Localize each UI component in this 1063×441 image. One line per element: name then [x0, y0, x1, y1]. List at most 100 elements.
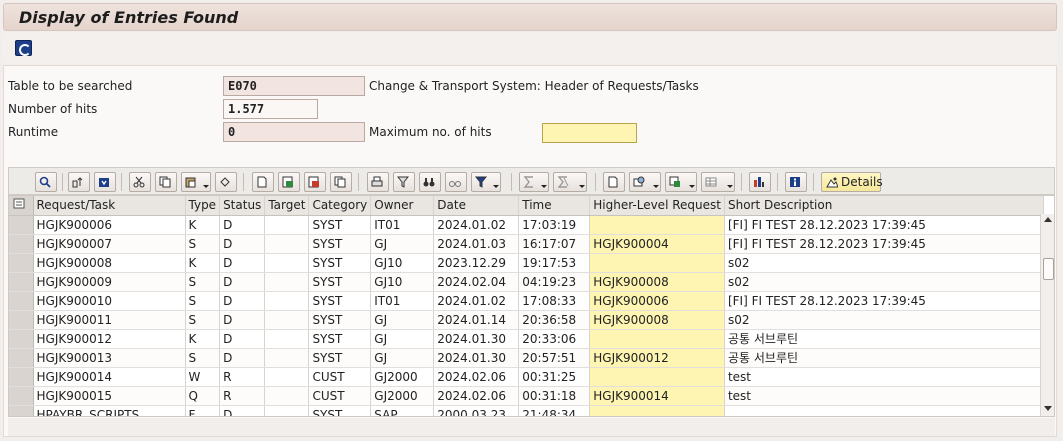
table-cell: HPAYBR_SCRIPTS [33, 405, 186, 416]
row-selector[interactable] [9, 405, 34, 416]
runtime-label: Runtime [8, 125, 59, 139]
table-row[interactable]: HGJK900006 K D SYST IT01 2024.01.02 17:03:19 [F… [9, 215, 1044, 235]
row-selector[interactable] [9, 386, 34, 406]
scroll-up-icon[interactable] [1044, 217, 1052, 222]
status-strip [8, 418, 1055, 436]
paste-icon[interactable] [181, 172, 211, 192]
column-header[interactable]: Target [264, 196, 310, 216]
select-all-icon[interactable] [9, 196, 34, 216]
copy-icon[interactable] [155, 172, 177, 192]
column-header[interactable]: Time [518, 196, 591, 216]
table-cell: HGJK900007 [33, 234, 186, 254]
views-icon[interactable] [629, 172, 661, 192]
table-cell: W [185, 367, 221, 387]
table-cell: HGJK900006 [33, 215, 186, 235]
table-row[interactable]: HGJK900008 K D SYST GJ10 2023.12.29 19:17:53 s0… [9, 253, 1044, 273]
row-selector[interactable] [9, 272, 34, 292]
table-cell: 2024.01.30 [433, 348, 520, 368]
table-cell: test [724, 386, 1044, 406]
table-row[interactable]: HGJK900009 S D SYST GJ10 2024.02.04 04:19:23 HG… [9, 272, 1044, 292]
table-cell [724, 405, 1044, 416]
details-button[interactable]: Details [821, 172, 883, 192]
table-cell [264, 310, 310, 330]
info-icon[interactable] [785, 172, 807, 192]
row-selector[interactable] [9, 367, 34, 387]
table-cell: 2024.01.02 [433, 215, 520, 235]
refresh-icon[interactable] [15, 40, 32, 56]
scroll-down-icon[interactable] [1044, 406, 1052, 411]
column-header[interactable]: Category [308, 196, 372, 216]
table-cell [264, 215, 310, 235]
table-row[interactable]: HGJK900007 S D SYST GJ 2024.01.03 16:17:07 HGJK… [9, 234, 1044, 254]
export-icon[interactable] [665, 172, 697, 192]
table-cell: 17:03:19 [518, 215, 591, 235]
table-cell: test [724, 367, 1044, 387]
insert-icon[interactable] [304, 172, 326, 192]
table-label: Table to be searched [8, 79, 133, 93]
table-cell: D [219, 272, 266, 292]
filter-icon[interactable] [393, 172, 415, 192]
duplicate-icon[interactable] [330, 172, 352, 192]
column-header[interactable]: Higher-Level Request [589, 196, 725, 216]
table-cell: 공통 서브루틴 [724, 348, 1044, 368]
column-header[interactable]: Request/Task [33, 196, 186, 216]
details-icon[interactable] [35, 172, 57, 192]
table-row[interactable]: HGJK900011 S D SYST GJ 2024.01.14 20:36:58 HGJK… [9, 310, 1044, 330]
sort-descending-icon[interactable] [94, 172, 116, 192]
row-selector[interactable] [9, 329, 34, 349]
table-row[interactable]: HGJK900015 Q R CUST GJ2000 2024.02.06 00:31:18… [9, 386, 1044, 406]
set-filter-icon[interactable] [471, 172, 501, 192]
undo-icon[interactable] [215, 172, 237, 192]
maxhits-input[interactable] [542, 123, 637, 143]
table-row[interactable]: HGJK900013 S D SYST GJ 2024.01.30 20:57:51 HGJK… [9, 348, 1044, 368]
table-cell: 20:33:06 [518, 329, 591, 349]
layout-icon[interactable] [701, 172, 735, 192]
subtotal-icon[interactable] [553, 172, 587, 192]
sum-icon[interactable] [519, 172, 549, 192]
column-header[interactable]: Date [433, 196, 520, 216]
title-bar: Display of Entries Found [3, 3, 1057, 31]
row-selector[interactable] [9, 291, 34, 311]
table-cell: Q [185, 386, 221, 406]
sort-ascending-icon[interactable] [68, 172, 90, 192]
table-cell: SYST [308, 310, 372, 330]
append-icon[interactable] [278, 172, 300, 192]
new-icon[interactable] [252, 172, 274, 192]
table-row[interactable]: HGJK900012 K D SYST GJ 2024.01.30 20:33:06 공통 서… [9, 329, 1044, 349]
column-header[interactable]: Type [185, 196, 221, 216]
row-selector[interactable] [9, 234, 34, 254]
table-cell: HGJK900006 [589, 291, 725, 311]
column-header[interactable]: Owner [370, 196, 435, 216]
table-row[interactable]: HGJK900010 S D SYST IT01 2024.01.02 17:08:33 HG… [9, 291, 1044, 311]
vertical-scrollbar[interactable] [1040, 214, 1054, 416]
table-cell [264, 253, 310, 273]
table-cell: HGJK900008 [589, 272, 725, 292]
results-table: Request/Task Type Status Target Category… [9, 196, 1044, 416]
table-cell: SYST [308, 291, 372, 311]
row-selector[interactable] [9, 215, 34, 235]
row-selector[interactable] [9, 253, 34, 273]
table-cell: 2024.01.03 [433, 234, 520, 254]
print-preview-icon[interactable] [603, 172, 625, 192]
table-cell: K [185, 329, 221, 349]
find-next-icon[interactable] [445, 172, 467, 192]
table-cell [589, 253, 725, 273]
print-icon[interactable] [367, 172, 389, 192]
column-header[interactable]: Status [219, 196, 266, 216]
graphic-icon[interactable] [749, 172, 771, 192]
column-header[interactable]: Short Description [724, 196, 1044, 216]
cut-icon[interactable] [129, 172, 151, 192]
scroll-thumb[interactable] [1043, 258, 1054, 280]
table-cell: HGJK900014 [589, 386, 725, 406]
table-cell: S [185, 348, 221, 368]
table-cell [264, 405, 310, 416]
table-cell: s02 [724, 272, 1044, 292]
table-cell [264, 291, 310, 311]
alv-toolbar: Details [8, 167, 1055, 195]
table-cell [264, 329, 310, 349]
row-selector[interactable] [9, 348, 34, 368]
table-row[interactable]: HPAYBR_SCRIPTS F D SYST SAP 2000.03.23 21:48:3… [9, 405, 1044, 416]
find-icon[interactable] [419, 172, 441, 192]
table-row[interactable]: HGJK900014 W R CUST GJ2000 2024.02.06 00:31:25… [9, 367, 1044, 387]
row-selector[interactable] [9, 310, 34, 330]
